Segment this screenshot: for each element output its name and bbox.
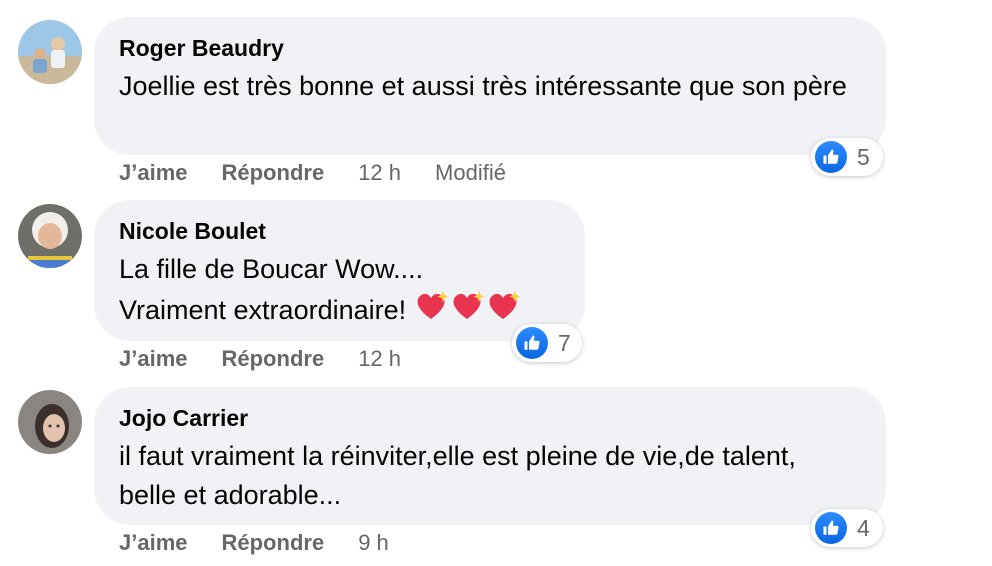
comment-text: Joellie est très bonne et aussi très int…: [119, 71, 847, 101]
reply-button[interactable]: Répondre: [222, 346, 325, 372]
avatar[interactable]: [18, 20, 82, 84]
reaction-badge[interactable]: 5: [811, 138, 883, 176]
avatar-photo-icon: [18, 390, 82, 454]
reaction-count: 4: [857, 514, 870, 541]
like-icon: [815, 512, 847, 544]
comment-text: il faut vraiment la réinviter,elle est p…: [119, 441, 796, 510]
avatar-photo-icon: [18, 204, 82, 268]
comment-author[interactable]: Nicole Boulet: [119, 216, 560, 246]
reply-button[interactable]: Répondre: [222, 530, 325, 556]
comment-text-line: Vraiment extraordinaire!: [119, 289, 560, 334]
avatar[interactable]: [18, 390, 82, 454]
comment-text-line-2: Vraiment extraordinaire!: [119, 295, 407, 325]
comment-actions: J’aime Répondre 12 h Modifié: [119, 160, 540, 186]
timestamp[interactable]: 9 h: [358, 530, 389, 556]
like-icon: [815, 141, 847, 173]
avatar-photo-icon: [18, 20, 82, 84]
reaction-badge[interactable]: 7: [512, 324, 582, 362]
comment-actions: J’aime Répondre 9 h: [119, 530, 423, 556]
like-button[interactable]: J’aime: [119, 346, 188, 372]
comment-actions: J’aime Répondre 12 h: [119, 346, 435, 372]
comment-author[interactable]: Jojo Carrier: [119, 403, 861, 433]
comment-text-line: La fille de Boucar Wow....: [119, 254, 424, 284]
edited-label[interactable]: Modifié: [435, 160, 506, 186]
timestamp[interactable]: 12 h: [358, 160, 401, 186]
comment-bubble: Nicole Boulet La fille de Boucar Wow....…: [94, 200, 585, 341]
like-button[interactable]: J’aime: [119, 160, 188, 186]
comment-text: La fille de Boucar Wow.... Vraiment extr…: [119, 250, 560, 334]
like-icon: [516, 327, 548, 359]
sparkling-hearts-emoji: [414, 289, 522, 334]
reply-button[interactable]: Répondre: [222, 160, 325, 186]
like-button[interactable]: J’aime: [119, 530, 188, 556]
comment-bubble: Jojo Carrier il faut vraiment la réinvit…: [94, 387, 886, 525]
reaction-count: 7: [558, 329, 571, 356]
comment-author[interactable]: Roger Beaudry: [119, 33, 861, 63]
reaction-count: 5: [857, 143, 870, 170]
timestamp[interactable]: 12 h: [358, 346, 401, 372]
comment-bubble: Roger Beaudry Joellie est très bonne et …: [94, 17, 886, 155]
reaction-badge[interactable]: 4: [811, 509, 883, 547]
avatar[interactable]: [18, 204, 82, 268]
